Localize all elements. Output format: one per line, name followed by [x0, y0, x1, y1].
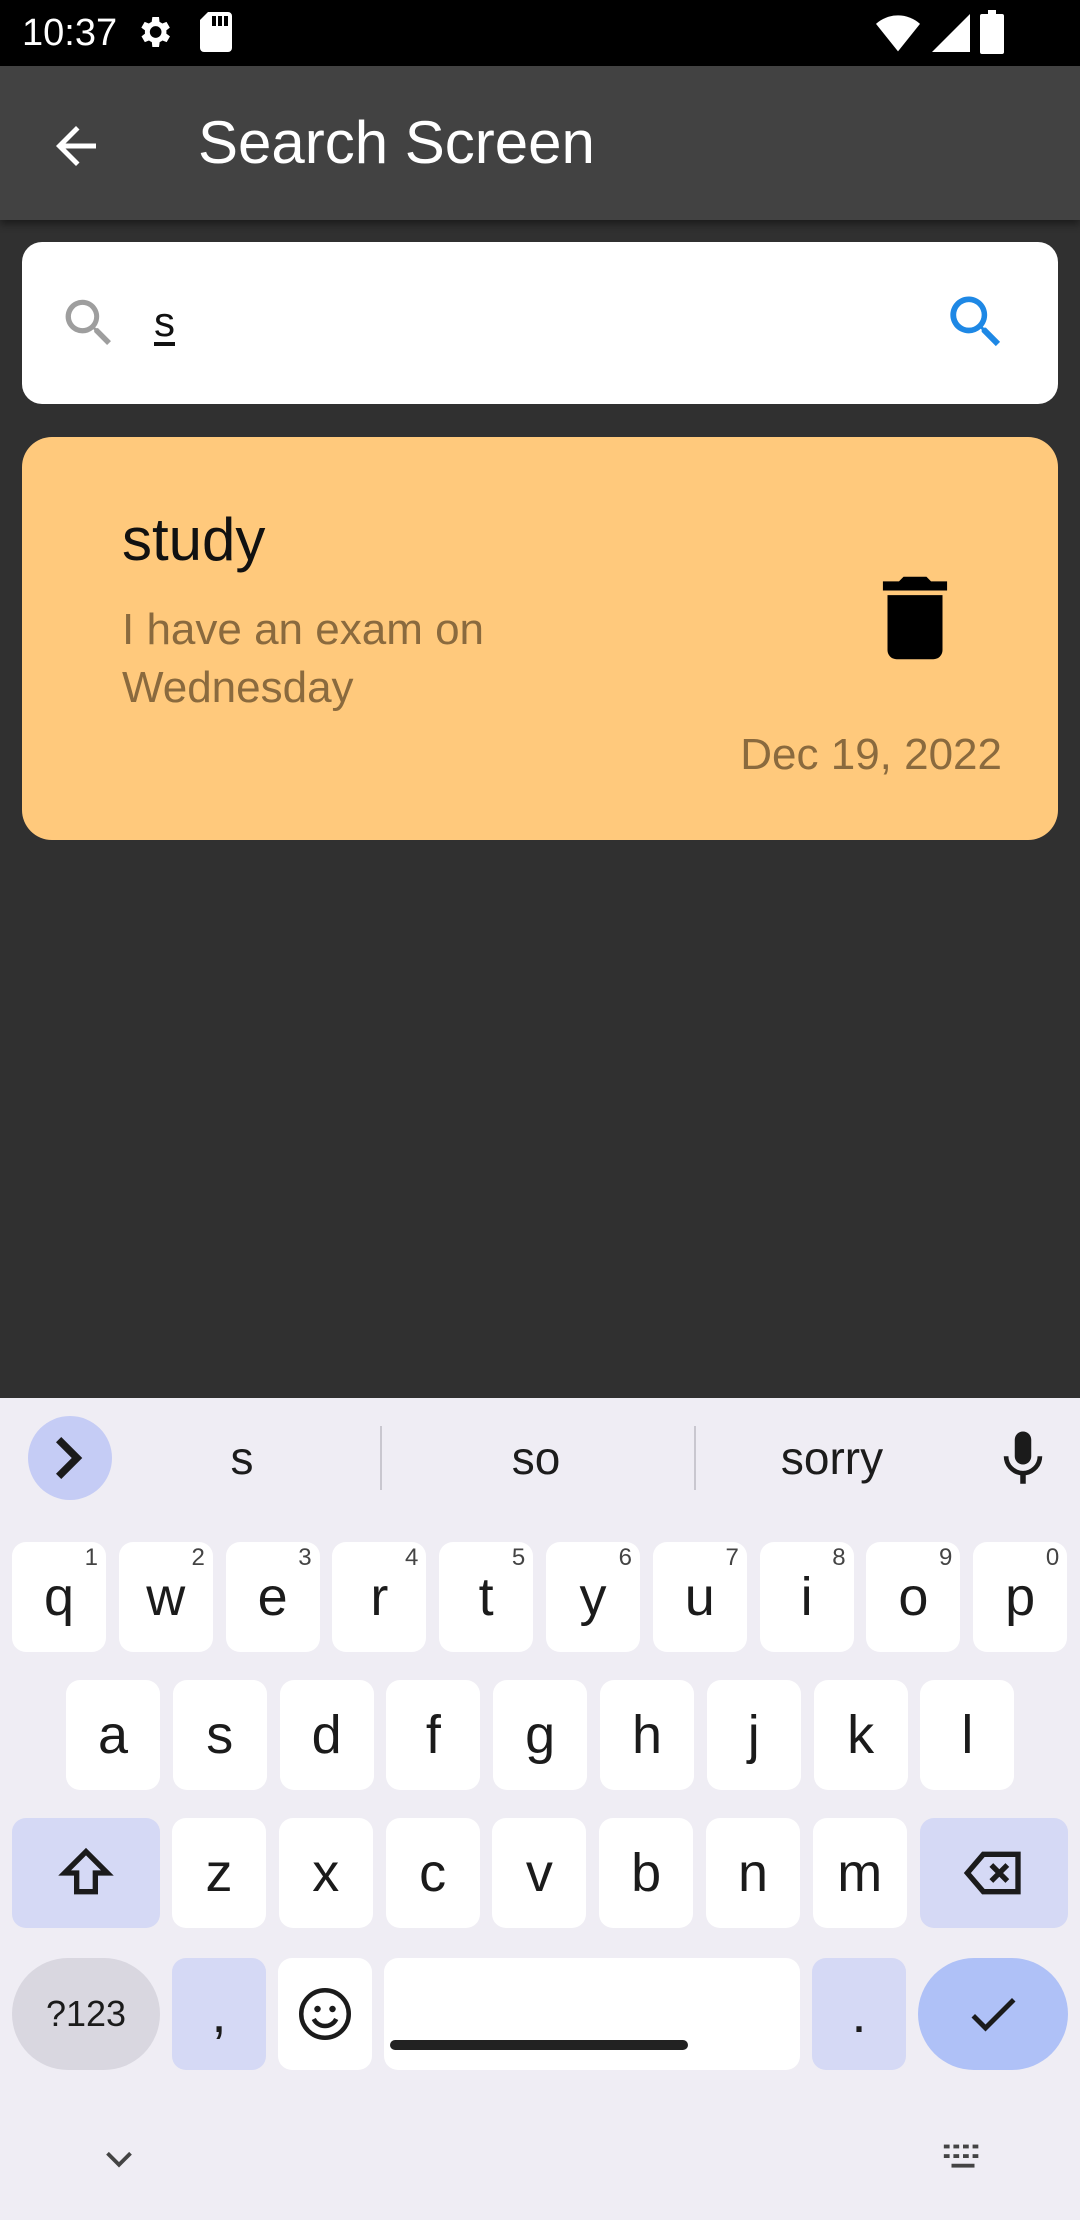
- space-key[interactable]: [384, 1958, 800, 2070]
- key-k[interactable]: k: [813, 1680, 908, 1790]
- key-t[interactable]: t5: [439, 1542, 534, 1652]
- key-hint: 9: [939, 1544, 953, 1571]
- key-label: w: [146, 1567, 186, 1627]
- wifi-icon: [876, 15, 920, 52]
- key-label: t: [478, 1567, 494, 1627]
- search-icon: [65, 299, 111, 345]
- key-hint: 0: [1045, 1544, 1060, 1571]
- key-d[interactable]: d: [279, 1680, 374, 1790]
- status-time: 10:37: [22, 12, 118, 54]
- key-p[interactable]: p0: [973, 1542, 1068, 1652]
- key-r[interactable]: r4: [332, 1542, 427, 1652]
- page-title: Search Screen: [198, 109, 595, 176]
- key-l[interactable]: l: [920, 1680, 1015, 1790]
- emoji-key[interactable]: [278, 1958, 372, 2070]
- search-submit-icon[interactable]: [942, 288, 1010, 356]
- search-bar[interactable]: s: [22, 242, 1058, 404]
- key-hint: 8: [832, 1544, 846, 1571]
- key-e[interactable]: e3: [225, 1542, 320, 1652]
- key-label: e: [257, 1567, 288, 1627]
- status-bar: 10:37: [0, 0, 1080, 66]
- key-v[interactable]: v: [492, 1818, 587, 1928]
- note-date: Dec 19, 2022: [740, 730, 1002, 779]
- gesture-nav-handle[interactable]: [390, 2040, 688, 2050]
- key-z[interactable]: z: [172, 1818, 266, 1928]
- shift-key[interactable]: [12, 1818, 160, 1928]
- key-hint: 2: [191, 1544, 205, 1571]
- key-hint: 6: [618, 1544, 632, 1571]
- key-hint: 7: [725, 1544, 739, 1571]
- key-label: y: [579, 1567, 607, 1627]
- note-title: study: [122, 506, 266, 573]
- suggestion-2[interactable]: so: [436, 1422, 636, 1494]
- symbols-key[interactable]: ?123: [12, 1958, 160, 2070]
- key-g[interactable]: g: [493, 1680, 588, 1790]
- battery-icon: [980, 10, 1004, 54]
- shift-icon: [58, 1847, 114, 1895]
- key-label: o: [898, 1567, 929, 1627]
- key-i[interactable]: i8: [759, 1542, 854, 1652]
- key-label: u: [684, 1567, 715, 1627]
- suggestions-expand-button[interactable]: [28, 1416, 112, 1500]
- key-o[interactable]: o9: [866, 1542, 961, 1652]
- keyboard-nav-row: [0, 2120, 1080, 2220]
- key-hint: 1: [84, 1544, 98, 1571]
- key-n[interactable]: n: [706, 1818, 800, 1928]
- key-b[interactable]: b: [599, 1818, 694, 1928]
- suggestion-3[interactable]: sorry: [732, 1422, 932, 1494]
- backspace-key[interactable]: [920, 1818, 1068, 1928]
- key-label: r: [370, 1567, 389, 1627]
- suggestion-divider: [380, 1426, 382, 1490]
- sd-card-icon: [200, 12, 232, 52]
- emoji-icon: [299, 1988, 351, 2040]
- period-key[interactable]: .: [812, 1958, 906, 2070]
- key-y[interactable]: y6: [546, 1542, 640, 1652]
- back-arrow-icon[interactable]: [46, 116, 106, 176]
- search-input[interactable]: s: [154, 290, 175, 354]
- enter-key[interactable]: [918, 1958, 1068, 2070]
- key-m[interactable]: m: [812, 1818, 907, 1928]
- keyboard-hide-icon[interactable]: [96, 2136, 142, 2182]
- key-j[interactable]: j: [706, 1680, 801, 1790]
- delete-icon[interactable]: [860, 563, 970, 673]
- settings-icon: [141, 17, 170, 47]
- backspace-icon: [963, 1851, 1021, 1895]
- key-q[interactable]: q1: [12, 1542, 106, 1652]
- key-f[interactable]: f: [386, 1680, 481, 1790]
- signal-icon: [932, 14, 970, 52]
- key-hint: 5: [511, 1544, 526, 1571]
- key-x[interactable]: x: [278, 1818, 373, 1928]
- key-u[interactable]: u7: [652, 1542, 747, 1652]
- suggestion-1[interactable]: s: [142, 1422, 342, 1494]
- key-hint: 3: [298, 1544, 312, 1571]
- key-h[interactable]: h: [600, 1680, 694, 1790]
- checkmark-icon: [971, 1998, 1016, 2032]
- note-description: I have an exam on Wednesday: [122, 605, 485, 712]
- key-s[interactable]: s: [172, 1680, 267, 1790]
- keyboard-switch-icon[interactable]: [940, 2138, 986, 2178]
- app-bar: Search Screen: [0, 66, 1080, 220]
- comma-key[interactable]: ,: [172, 1958, 266, 2070]
- key-label: i: [800, 1567, 813, 1627]
- key-w[interactable]: w2: [118, 1542, 213, 1652]
- microphone-icon[interactable]: [990, 1426, 1056, 1492]
- suggestion-divider: [694, 1426, 696, 1490]
- key-c[interactable]: c: [385, 1818, 480, 1928]
- note-card[interactable]: study I have an exam on Wednesday Dec 19…: [22, 437, 1058, 840]
- soft-keyboard: s so sorry ?123 , . q 1 w 2 e 3 r 4 t 5 …: [0, 1398, 1080, 2220]
- key-label: q: [43, 1567, 75, 1627]
- key-a[interactable]: a: [66, 1680, 160, 1790]
- chevron-right-icon: [56, 1437, 83, 1479]
- key-label: p: [1005, 1567, 1036, 1627]
- key-hint: 4: [405, 1544, 419, 1571]
